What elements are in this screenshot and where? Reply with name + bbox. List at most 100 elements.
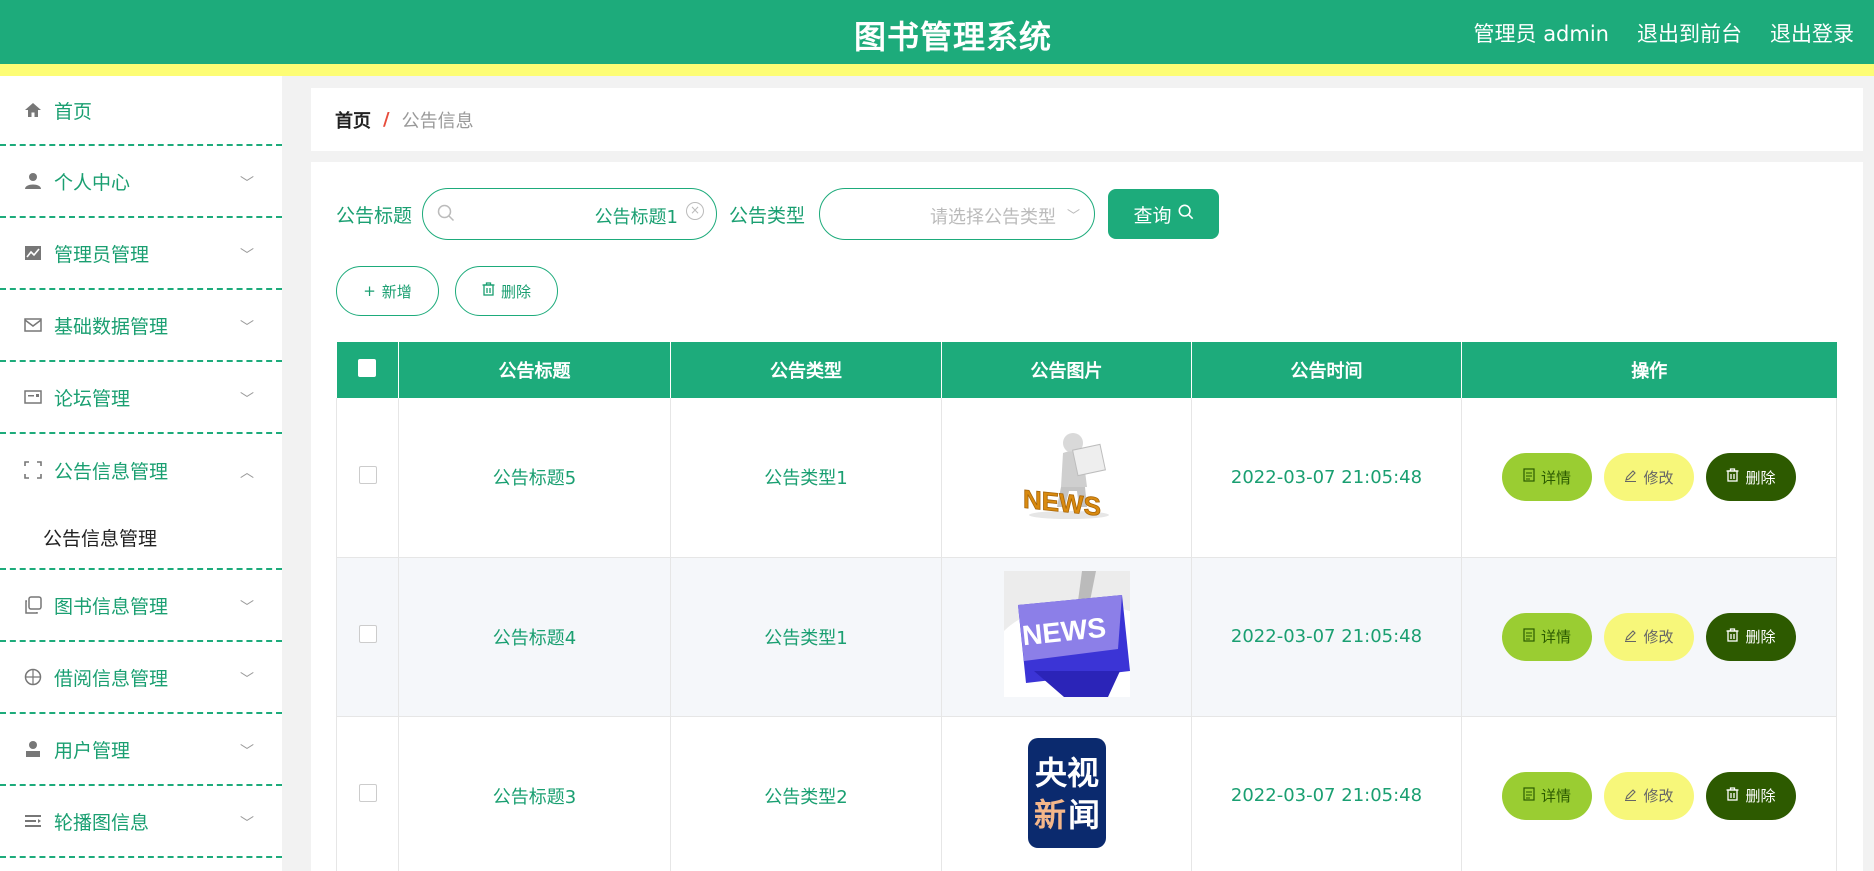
pencil-icon [1624,468,1637,486]
column-header[interactable]: 公告标题 [398,342,671,398]
exit-to-front-link[interactable]: 退出到前台 [1637,18,1742,48]
sidebar-item-home[interactable]: 首页 [0,76,282,146]
notice-title-cell: 公告标题4 [398,557,671,717]
admin-user-label[interactable]: 管理员 admin [1474,18,1609,48]
column-header[interactable]: 公告类型 [670,342,942,398]
column-header[interactable]: 公告时间 [1191,342,1462,398]
breadcrumb-home[interactable]: 首页 [335,107,371,133]
document-icon [1523,627,1535,646]
action-buttons: + 新增 删除 [336,266,558,316]
notice-title-cell: 公告标题5 [398,398,671,558]
sidebar-item-label: 管理员管理 [54,243,150,266]
sidebar-item-label: 用户管理 [54,739,131,762]
sidebar-item-book-management[interactable]: 图书信息管理 ﹀ [0,570,282,642]
home-icon [22,99,44,121]
breadcrumb-separator: / [383,109,390,130]
query-button[interactable]: 查询 [1108,189,1220,239]
delete-row-button[interactable]: 删除 [1706,612,1796,661]
title-search-input[interactable]: 公告标题1 × [422,188,718,240]
edit-button[interactable]: 修改 [1604,771,1694,820]
logout-link[interactable]: 退出登录 [1770,18,1854,48]
top-bar: 图书管理系统 管理员 admin 退出到前台 退出登录 [0,0,1874,76]
sidebar-item-borrow-management[interactable]: 借阅信息管理 ﹀ [0,642,282,714]
chevron-down-icon: ﹀ [240,248,254,264]
detail-button[interactable]: 详情 [1502,771,1592,820]
add-button-label: 新增 [381,282,412,301]
operations-cell: 详情 修改 删除 [1461,398,1837,558]
chevron-down-icon: ﹀ [240,392,254,408]
sidebar-item-personal-center[interactable]: 个人中心 ﹀ [0,146,282,218]
notice-title-cell: 公告标题3 [398,716,671,871]
operations-cell: 详情 修改 删除 [1461,716,1837,871]
person-icon [22,738,44,760]
notice-time-cell: 2022-03-07 21:05:48 [1191,557,1462,717]
notice-time-cell: 2022-03-07 21:05:48 [1191,716,1462,871]
notice-type-cell: 公告类型1 [670,398,942,558]
delete-button-label: 删除 [500,282,531,301]
detail-button-label: 详情 [1540,787,1571,805]
compass-icon [22,666,44,688]
sidebar-item-label: 首页 [54,100,93,123]
detail-button[interactable]: 详情 [1502,453,1592,502]
chevron-down-icon: ﹀ [1067,209,1081,224]
copy-icon [22,594,44,616]
chevron-down-icon: ﹀ [240,744,254,760]
frame-icon [22,459,44,481]
card-icon [22,386,44,408]
sidebar: 首页 个人中心 ﹀ 管理员管理 ﹀ 基础数据管理 ﹀ 论坛管理 ﹀ 公告信息管理… [0,76,282,871]
cctv-news-logo[interactable]: 央视 新 闻 [1027,738,1106,853]
trash-icon [482,282,495,300]
sidebar-item-label: 图书信息管理 [54,595,169,618]
cctv-logo-char-xin: 新 [1033,796,1065,834]
batch-delete-button[interactable]: 删除 [455,266,558,316]
clear-icon[interactable]: × [686,202,705,220]
select-all-checkbox[interactable] [358,358,377,377]
sidebar-item-carousel[interactable]: 轮播图信息 ﹀ [0,786,282,858]
user-icon [22,170,44,192]
detail-button[interactable]: 详情 [1502,612,1592,661]
table-row: 公告标题3 公告类型2 央视 新 闻 2022-03-07 21:05:48 详… [336,716,1837,871]
plus-icon: + [363,282,376,300]
row-checkbox[interactable] [358,465,377,484]
list-icon [22,810,44,832]
breadcrumb-current: 公告信息 [401,110,474,132]
news-keyboard-image[interactable]: NEWS [1003,571,1130,702]
chart-icon [22,242,44,264]
sidebar-item-admin-management[interactable]: 管理员管理 ﹀ [0,218,282,290]
sidebar-item-basic-data[interactable]: 基础数据管理 ﹀ [0,290,282,362]
submenu-item-notice-management[interactable]: 公告信息管理 [0,506,282,570]
pencil-icon [1624,787,1637,805]
table-row: 公告标题5 公告类型1 NEWS 2022-03-07 21:05:48 详情 … [336,398,1837,558]
edit-button-label: 修改 [1643,628,1674,646]
document-icon [1523,468,1535,486]
chevron-down-icon: ﹀ [240,816,254,832]
sidebar-item-label: 公告信息管理 [54,460,169,483]
type-filter-label: 公告类型 [729,204,806,227]
sidebar-item-label: 借阅信息管理 [54,667,169,690]
edit-button[interactable]: 修改 [1604,612,1694,661]
row-checkbox[interactable] [358,784,377,802]
column-header: 操作 [1461,342,1837,398]
row-checkbox[interactable] [358,625,377,643]
add-button[interactable]: + 新增 [336,266,439,316]
title-filter-label: 公告标题 [336,204,413,227]
column-header: 公告图片 [941,342,1192,398]
document-icon [1523,786,1535,805]
sidebar-item-user-management[interactable]: 用户管理 ﹀ [0,714,282,786]
sidebar-item-forum[interactable]: 论坛管理 ﹀ [0,362,282,434]
delete-row-button[interactable]: 删除 [1706,453,1796,502]
news-figure-image[interactable]: NEWS [1017,429,1117,526]
chevron-down-icon: ﹀ [240,176,254,192]
row-select-cell [336,398,399,558]
edit-button-label: 修改 [1643,468,1674,487]
trash-icon [1726,786,1739,805]
sidebar-item-notice-management[interactable]: 公告信息管理 ︿ [0,434,282,506]
query-button-label: 查询 [1133,204,1172,227]
delete-row-button[interactable]: 删除 [1706,771,1796,820]
notice-type-cell: 公告类型1 [670,557,942,717]
chevron-up-icon: ︿ [240,465,254,481]
edit-button[interactable]: 修改 [1604,453,1694,502]
notice-image-cell: NEWS [941,557,1192,717]
sidebar-item-label: 论坛管理 [54,387,131,410]
type-select[interactable]: 请选择公告类型 ﹀ [819,188,1096,240]
